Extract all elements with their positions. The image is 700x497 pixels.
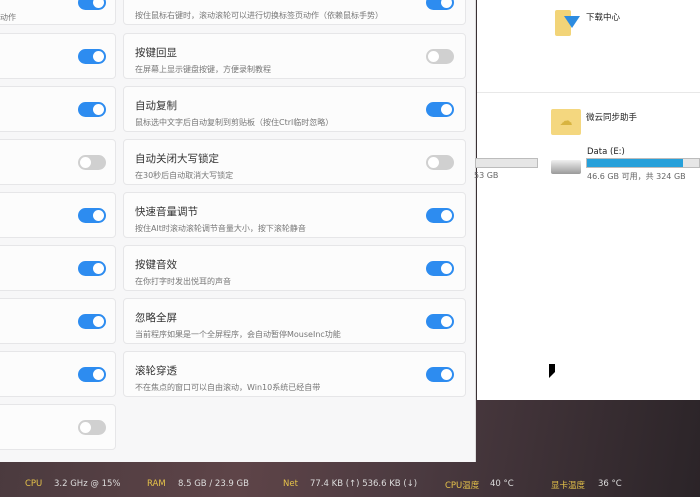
toggle-switch[interactable] [426,102,454,117]
left-setting-card [0,404,116,450]
setting-card: 滚轮穿透不在焦点的窗口可以自由滚动，Win10系统已经自带 [123,351,466,397]
setting-card: 自动复制鼠标选中文字后自动复制到剪贴板（按住Ctrl临时忽略） [123,86,466,132]
setting-card: 按住鼠标右键时，滚动滚轮可以进行切换标签页动作（依赖鼠标手势） [123,0,466,25]
toggle-switch[interactable] [426,49,454,64]
ram-value: 8.5 GB / 23.9 GB [178,479,249,489]
cpu-temp-value: 40 °C [490,479,514,489]
setting-desc: 鼠标选中文字后自动复制到剪贴板（按住Ctrl临时忽略） [135,118,334,127]
left-setting-card [0,33,116,79]
setting-title: 快速音量调节 [135,206,198,218]
partial-drive-bar [475,158,538,168]
toggle-switch[interactable] [426,0,454,10]
setting-card: 按键回显在屏幕上显示键盘按键，方便录制教程 [123,33,466,79]
cpu-value: 3.2 GHz @ 15% [54,479,121,489]
setting-card: 忽略全屏当前程序如果是一个全屏程序，会自动暂停MouseInc功能 [123,298,466,344]
divider [477,92,700,93]
left-setting-card [0,139,116,185]
folder-weiyun[interactable]: 微云同步助手 [586,111,637,123]
setting-title: 按键回显 [135,47,177,59]
setting-card: 自动关闭大写锁定在30秒后自动取消大写锁定 [123,139,466,185]
setting-desc: 在你打字时发出悦耳的声音 [135,277,231,286]
net-label: Net [283,479,298,489]
toggle-switch[interactable] [426,155,454,170]
toggle-switch[interactable] [78,420,106,435]
toggle-switch[interactable] [78,261,106,276]
setting-desc: 不在焦点的窗口可以自由滚动，Win10系统已经自带 [135,383,321,392]
setting-card: 快速音量调节按住Alt时滚动滚轮调节音量大小，按下滚轮静音 [123,192,466,238]
toggle-switch[interactable] [426,367,454,382]
drive-info: 46.6 GB 可用，共 324 GB [587,172,686,181]
net-value: 77.4 KB (↑) 536.6 KB (↓) [310,479,418,489]
toggle-switch[interactable] [426,314,454,329]
partial-drive-info: 53 GB [474,171,499,180]
weiyun-folder-icon: ☁ [551,109,581,135]
setting-desc: 在30秒后自动取消大写锁定 [135,171,234,180]
setting-desc: 按住鼠标右键时，滚动滚轮可以进行切换标签页动作（依赖鼠标手势） [135,11,383,20]
left-setting-card [0,86,116,132]
toggle-switch[interactable] [78,155,106,170]
left-setting-card [0,245,116,291]
toggle-switch[interactable] [78,49,106,64]
setting-title: 忽略全屏 [135,312,177,324]
setting-desc: 按住Alt时滚动滚轮调节音量大小，按下滚轮静音 [135,224,306,233]
left-setting-card [0,351,116,397]
setting-title: 自动关闭大写锁定 [135,153,219,165]
setting-title: 滚轮穿透 [135,365,177,377]
toggle-switch[interactable] [78,208,106,223]
setting-desc: 当前程序如果是一个全屏程序，会自动暂停MouseInc功能 [135,330,341,339]
file-explorer: 下载中心 ☁ 微云同步助手 Data (E:) 46.6 GB 可用，共 324… [474,0,700,400]
folder-download-center[interactable]: 下载中心 [586,11,620,23]
left-partial-desc: 动作 [0,13,16,22]
settings-window: 按住鼠标右键时，滚动滚轮可以进行切换标签页动作（依赖鼠标手势） 按键回显在屏幕上显… [0,0,476,462]
drive-icon [551,160,581,174]
setting-card: 按键音效在你打字时发出悦耳的声音 [123,245,466,291]
toggle-switch[interactable] [78,314,106,329]
gpu-temp-value: 36 °C [598,479,622,489]
drive-usage-bar [586,158,700,168]
toggle-switch[interactable] [426,261,454,276]
left-setting-card [0,192,116,238]
setting-desc: 在屏幕上显示键盘按键，方便录制教程 [135,65,271,74]
mouse-cursor [549,364,555,378]
ram-label: RAM [147,479,166,489]
toggle-switch[interactable] [78,0,106,10]
toggle-switch[interactable] [78,367,106,382]
left-setting-card [0,298,116,344]
setting-title: 按键音效 [135,259,177,271]
cpu-temp-label: CPU温度 [445,481,480,491]
drive-name[interactable]: Data (E:) [587,147,625,157]
download-arrow-icon [564,16,580,28]
left-setting-card [0,0,116,25]
toggle-switch[interactable] [78,102,106,117]
cpu-label: CPU [25,479,43,489]
toggle-switch[interactable] [426,208,454,223]
setting-title: 自动复制 [135,100,177,112]
gpu-temp-label: 显卡温度 [551,481,586,491]
